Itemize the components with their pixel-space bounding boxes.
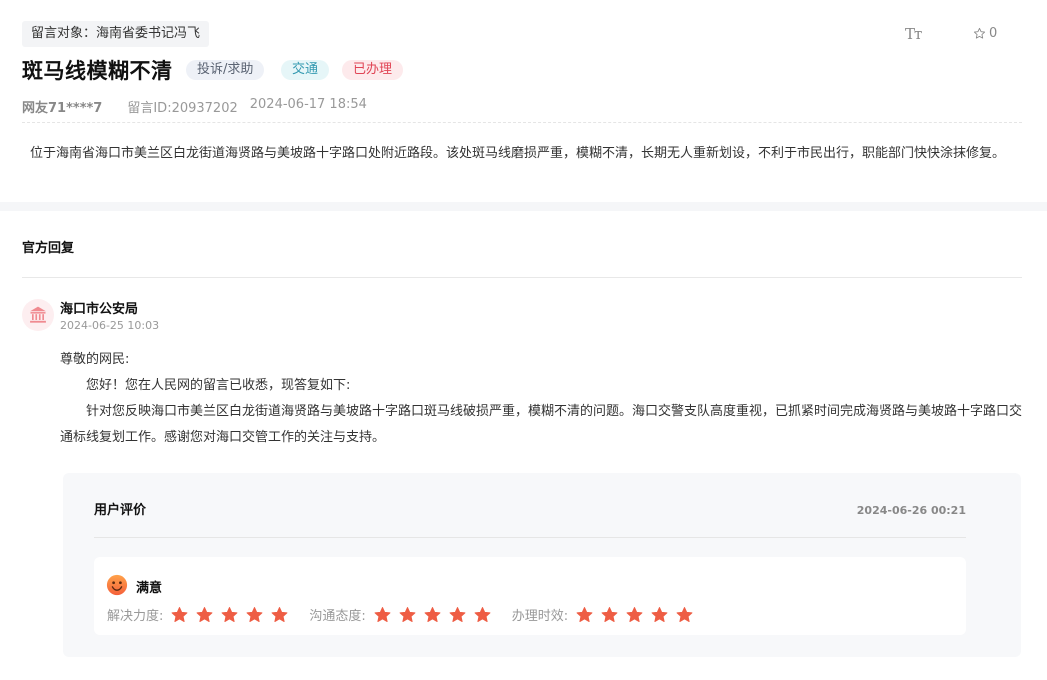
favorite-button[interactable]: 0 <box>973 26 997 41</box>
rating-resolution: 解决力度: <box>107 605 289 624</box>
page-title: 斑马线模糊不清 <box>22 59 173 83</box>
star-icon <box>196 606 213 622</box>
rating-list: 解决力度: 沟通态度: 办理时效: <box>107 605 714 624</box>
reply-paragraph: 您好！您在人民网的留言已收悉，现答复如下: <box>86 378 351 393</box>
user-evaluation-panel: 用户评价 2024-06-26 00:21 满意 解决力度: 沟通态度: 办理时… <box>63 473 1021 657</box>
favorite-count: 0 <box>989 26 998 41</box>
rating-attitude: 沟通态度: <box>309 605 491 624</box>
message-target-chip: 留言对象：海南省委书记冯飞 <box>22 21 210 47</box>
rating-timeliness: 办理时效: <box>512 605 694 624</box>
message-id: 留言ID:20937202 <box>127 101 238 116</box>
star-icon <box>474 606 491 622</box>
message-content: 位于海南省海口市美兰区白龙街道海贤路与美坡路十字路口处附近路段。该处斑马线磨损严… <box>30 146 1006 161</box>
author-name: 网友71****7 <box>22 101 103 116</box>
star-rating <box>170 606 289 624</box>
posted-time: 2024-06-17 18:54 <box>249 97 367 112</box>
star-icon <box>424 606 441 622</box>
star-icon <box>651 606 668 622</box>
font-size-button[interactable]: Tт <box>905 25 922 43</box>
rating-label: 解决力度: <box>107 609 164 624</box>
message-meta: 网友71****7 留言ID:20937202 2024-06-17 18:54 <box>22 97 367 116</box>
category-tag: 投诉/求助 <box>186 60 265 80</box>
star-icon <box>271 606 288 622</box>
evaluation-title: 用户评价 <box>94 503 147 518</box>
star-outline-icon <box>973 27 986 39</box>
reply-content: 尊敬的网民: 您好！您在人民网的留言已收悉，现答复如下: 针对您反映海口市美兰区… <box>60 347 1025 451</box>
rating-label: 办理时效: <box>511 609 569 624</box>
reply-time: 2024-06-25 10:03 <box>60 319 160 332</box>
government-building-icon <box>30 306 46 323</box>
star-icon <box>576 606 593 622</box>
divider <box>22 277 1022 278</box>
star-icon <box>374 606 391 622</box>
evaluation-result: 满意 <box>136 581 163 596</box>
star-icon <box>221 606 238 622</box>
star-rating <box>575 606 694 624</box>
star-icon <box>626 606 643 622</box>
star-icon <box>449 606 466 622</box>
reply-org-name: 海口市公安局 <box>60 302 139 317</box>
reply-greeting: 尊敬的网民: <box>60 352 130 367</box>
field-tag: 交通 <box>281 60 330 80</box>
star-icon <box>676 606 693 622</box>
rating-label: 沟通态度: <box>309 609 366 624</box>
divider <box>94 537 966 538</box>
evaluation-card: 满意 解决力度: 沟通态度: 办理时效: <box>94 557 966 635</box>
star-icon <box>171 606 188 622</box>
star-icon <box>601 606 618 622</box>
smiley-face-icon <box>106 574 128 596</box>
reply-section-title: 官方回复 <box>22 241 75 256</box>
message-header: 留言对象：海南省委书记冯飞 Tт 0 斑马线模糊不清 投诉/求助 交通 已办理 … <box>0 0 1047 202</box>
reply-paragraph: 针对您反映海口市美兰区白龙街道海贤路与美坡路十字路口斑马线破损严重，模糊不清的问… <box>60 404 1023 445</box>
star-icon <box>246 606 263 622</box>
star-rating <box>373 606 492 624</box>
section-separator <box>0 202 1047 211</box>
evaluation-time: 2024-06-26 00:21 <box>856 504 966 517</box>
status-badge: 已办理 <box>342 60 404 80</box>
star-icon <box>399 606 416 622</box>
avatar <box>22 299 54 331</box>
divider <box>22 122 1022 123</box>
